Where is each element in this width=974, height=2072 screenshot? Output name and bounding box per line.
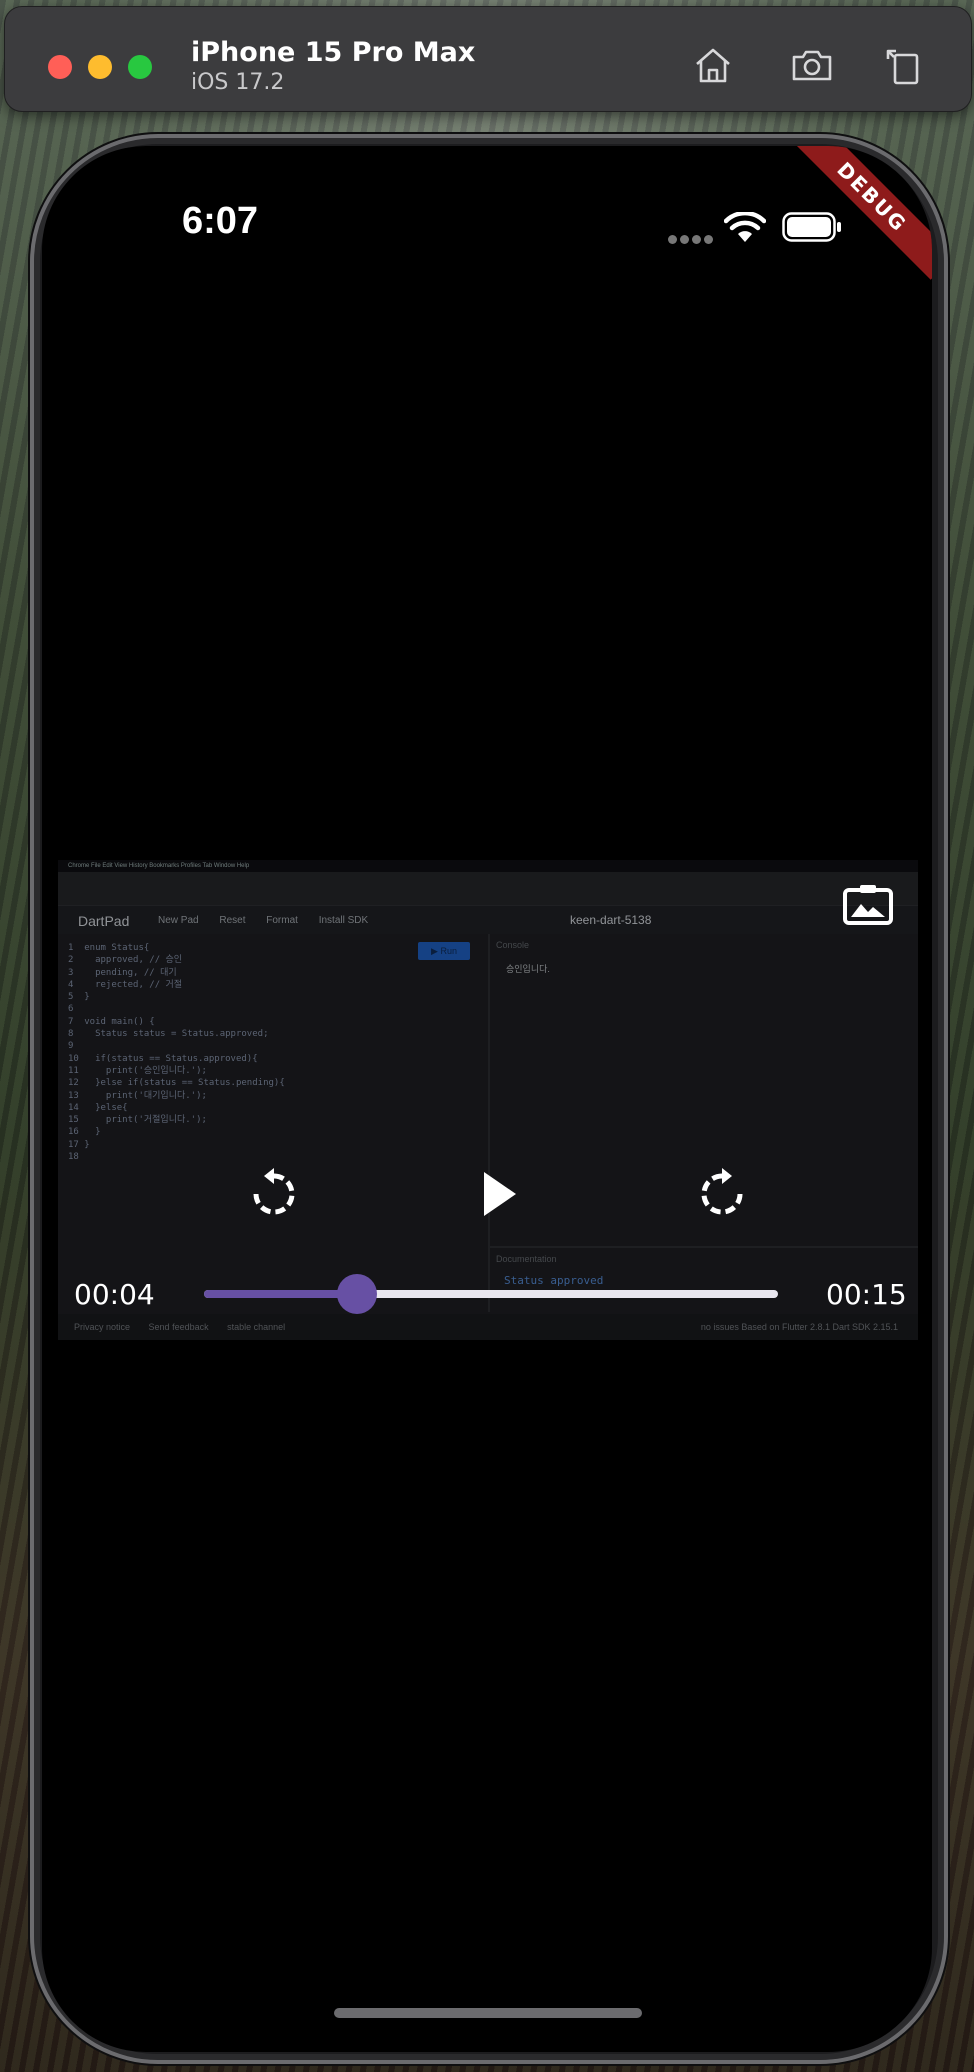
phone-screen: 6:07 DEBUG Chrome File Edit View History… <box>42 146 932 2052</box>
rewind-button[interactable] <box>246 1166 302 1222</box>
close-window-button[interactable] <box>48 55 72 79</box>
rotate-button[interactable] <box>882 43 926 87</box>
play-icon <box>484 1172 516 1216</box>
slider-thumb[interactable] <box>337 1274 378 1314</box>
rotate-icon <box>886 49 919 85</box>
screenshot-button[interactable] <box>790 43 834 87</box>
video-player[interactable]: Chrome File Edit View History Bookmarks … <box>58 860 918 1340</box>
signal-dots-icon <box>668 231 716 249</box>
simulator-toolbar: iPhone 15 Pro Max iOS 17.2 <box>4 6 972 112</box>
home-indicator[interactable] <box>334 2008 642 2018</box>
zoom-window-button[interactable] <box>128 55 152 79</box>
device-name: iPhone 15 Pro Max <box>191 37 476 68</box>
camera-icon <box>792 50 832 81</box>
seek-slider[interactable] <box>204 1274 778 1314</box>
controls-overlay <box>58 860 918 1340</box>
forward-icon <box>701 1168 743 1215</box>
home-icon <box>696 48 730 83</box>
play-button[interactable] <box>470 1166 526 1222</box>
picture-in-picture-button[interactable] <box>842 882 894 926</box>
os-version: iOS 17.2 <box>191 70 285 95</box>
forward-button[interactable] <box>694 1166 750 1222</box>
status-time: 6:07 <box>182 200 259 242</box>
home-button[interactable] <box>691 43 735 87</box>
current-time: 00:04 <box>74 1278 155 1311</box>
minimize-window-button[interactable] <box>88 55 112 79</box>
wifi-icon <box>724 212 766 242</box>
picture-in-picture-icon <box>843 885 893 925</box>
total-time: 00:15 <box>826 1278 907 1311</box>
battery-icon <box>782 212 841 242</box>
replay-icon <box>253 1168 295 1215</box>
slider-progress <box>204 1290 358 1298</box>
